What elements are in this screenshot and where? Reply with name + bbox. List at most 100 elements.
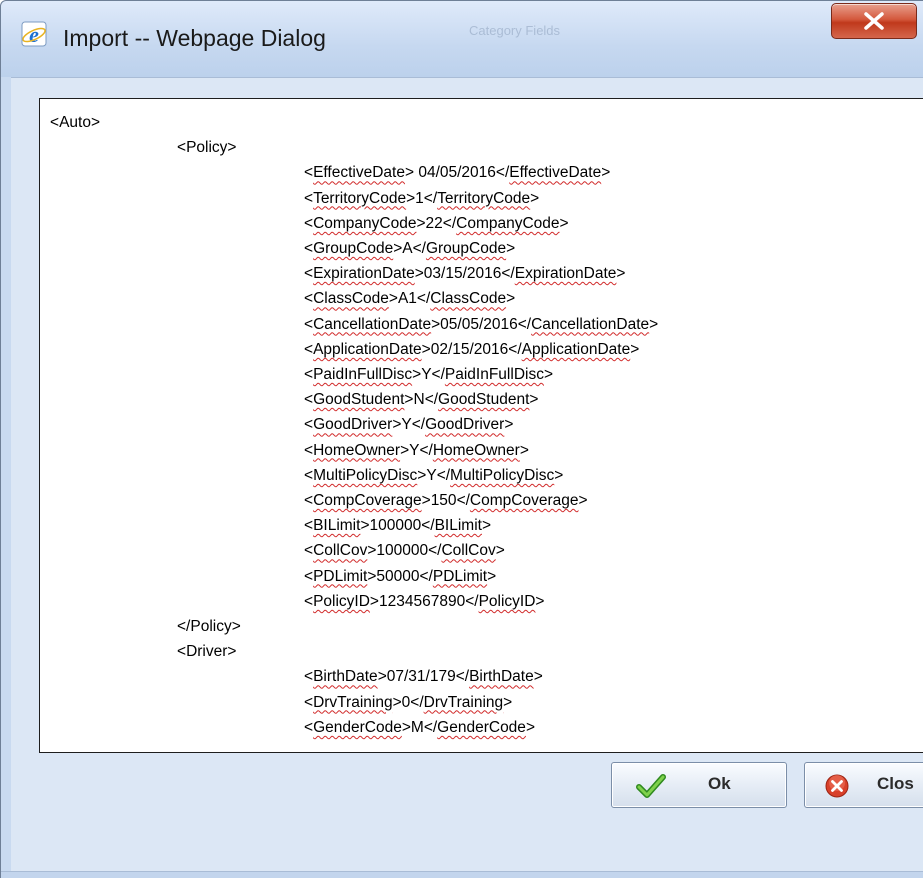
xml-value: Y [426, 466, 437, 484]
xml-line: <PaidInFullDisc>Y</PaidInFullDisc> [304, 366, 554, 383]
xml-tag-name: ApplicationDate [313, 340, 422, 358]
xml-value: 100000 [376, 542, 429, 560]
xml-tag-name: GoodStudent [438, 391, 530, 409]
xml-tag-name: TerritoryCode [437, 189, 531, 207]
xml-tag-name: CollCov [313, 542, 368, 560]
xml-tag-name: MultiPolicyDisc [313, 466, 418, 484]
checkmark-icon [636, 774, 666, 803]
xml-tag-name: Policy [186, 139, 228, 157]
xml-tag-name: Driver [186, 643, 228, 661]
xml-value: 50000 [376, 567, 420, 585]
xml-value: Y [401, 416, 412, 434]
svg-text:e: e [29, 22, 39, 47]
xml-tag-name: DrvTraining [313, 693, 393, 711]
xml-line: <CancellationDate>05/05/2016</Cancellati… [304, 315, 659, 333]
window-bottom-border [1, 871, 923, 878]
window-title: Import -- Webpage Dialog [63, 25, 326, 51]
xml-tag-name: BirthDate [469, 668, 534, 686]
xml-tag-name: PaidInFullDisc [444, 366, 544, 383]
xml-tag-name: CompCoverage [469, 492, 579, 509]
dialog-client-area: <Auto> <Policy> <EffectiveDate> 04/05/2016… [11, 77, 923, 872]
xml-tag-name: GoodStudent [313, 391, 405, 409]
xml-value: 02/15/2016 [430, 340, 509, 358]
xml-tag-name: ClassCode [430, 290, 507, 308]
xml-line: <ClassCode>A1</ClassCode> [304, 290, 516, 308]
xml-value: 04/05/2016 [414, 164, 496, 182]
xml-value: 07/31/179 [386, 668, 456, 686]
xml-line: <CompanyCode>22</CompanyCode> [304, 214, 569, 232]
xml-tag-name: PolicyID [313, 592, 370, 610]
xml-value: N [413, 391, 425, 409]
xml-line: <ExpirationDate>03/15/2016</ExpirationDa… [304, 265, 626, 283]
xml-tag-name: GroupCode [313, 240, 394, 257]
xml-tag-name: BILimit [313, 517, 361, 535]
xml-tag-name: DrvTraining [423, 693, 504, 711]
xml-tag-name: ApplicationDate [521, 340, 631, 358]
xml-tag-name: PolicyID [478, 592, 536, 610]
xml-tag-name: CancellationDate [531, 315, 650, 333]
xml-line: <PDLimit>50000</PDLimit> [304, 567, 497, 585]
screen: Category Fields e Import -- Webpage Dial… [0, 0, 923, 878]
xml-tag-name: CompCoverage [313, 492, 422, 509]
xml-line: <GroupCode>A</GroupCode> [304, 240, 516, 257]
xml-line: <Auto> [50, 114, 101, 131]
xml-line: <TerritoryCode>1</TerritoryCode> [304, 189, 540, 207]
xml-tag-name: TerritoryCode [313, 189, 407, 207]
import-dialog-window: Category Fields e Import -- Webpage Dial… [0, 0, 923, 878]
xml-tag-name: EffectiveDate [509, 164, 602, 182]
xml-value: 05/05/2016 [440, 315, 518, 333]
background-window-title: Category Fields [469, 23, 561, 38]
xml-line: <CompCoverage>150</CompCoverage> [304, 492, 588, 509]
xml-tag-name: GenderCode [313, 718, 402, 736]
xml-line: <ApplicationDate>02/15/2016</Application… [304, 340, 640, 358]
close-window-button[interactable] [831, 3, 917, 39]
xml-tag-name: GoodDriver [313, 416, 393, 434]
ie-icon: e [21, 21, 47, 47]
xml-tag-name: BILimit [434, 517, 482, 535]
xml-tag-name: CompanyCode [313, 214, 417, 232]
xml-tag-name: CancellationDate [313, 315, 432, 333]
xml-value: 1234567890 [378, 592, 466, 610]
close-icon [864, 12, 884, 30]
xml-tag-name: HomeOwner [432, 441, 520, 459]
xml-preview-box[interactable]: <Auto> <Policy> <EffectiveDate> 04/05/2016… [39, 98, 923, 753]
ok-button[interactable]: Ok [611, 762, 787, 808]
xml-tag-name: PaidInFullDisc [313, 366, 413, 383]
xml-tag-name: PDLimit [432, 567, 488, 585]
xml-line: </Policy> [177, 618, 241, 635]
xml-line: <BILimit>100000</BILimit> [304, 517, 492, 535]
xml-tag-name: GroupCode [425, 240, 507, 257]
xml-value: 03/15/2016 [423, 265, 502, 283]
xml-tag-name: CollCov [441, 542, 496, 560]
xml-value: 100000 [369, 517, 422, 535]
xml-line: <Driver> [177, 643, 237, 661]
xml-tag-name: CompanyCode [456, 214, 560, 232]
xml-line: <Policy> [177, 139, 237, 157]
xml-value: 1 [415, 189, 424, 207]
xml-tag-name: ExpirationDate [313, 265, 415, 283]
xml-line: <GoodStudent>N</GoodStudent> [304, 391, 539, 409]
xml-tag-name: PDLimit [313, 567, 368, 585]
xml-value: M [410, 718, 424, 736]
ok-label: Ok [708, 774, 731, 793]
xml-line: <HomeOwner>Y</HomeOwner> [304, 441, 529, 459]
xml-line: <EffectiveDate> 04/05/2016</EffectiveDat… [304, 164, 611, 182]
title-bar[interactable]: Category Fields e Import -- Webpage Dial… [1, 1, 923, 77]
xml-line: <BirthDate>07/31/179</BirthDate> [304, 668, 543, 686]
xml-tag-name: GenderCode [437, 718, 526, 736]
xml-value: Y [421, 366, 432, 383]
xml-line: <MultiPolicyDisc>Y</MultiPolicyDisc> [304, 466, 564, 484]
xml-line: <GenderCode>M</GenderCode> [304, 718, 535, 736]
xml-tag-name: MultiPolicyDisc [450, 466, 555, 484]
xml-tag-name: GoodDriver [425, 416, 505, 434]
xml-value: 22 [425, 214, 443, 232]
cancel-icon [825, 774, 849, 803]
xml-tag-name: ClassCode [313, 290, 389, 308]
xml-line: <PolicyID>1234567890</PolicyID> [304, 592, 545, 610]
xml-value: 150 [430, 492, 457, 509]
xml-tag-name: BirthDate [313, 668, 378, 686]
xml-tag-name: EffectiveDate [313, 164, 405, 182]
close-button[interactable]: Clos [804, 762, 923, 808]
close-label: Clos [877, 774, 914, 793]
xml-value: A1 [397, 290, 417, 308]
